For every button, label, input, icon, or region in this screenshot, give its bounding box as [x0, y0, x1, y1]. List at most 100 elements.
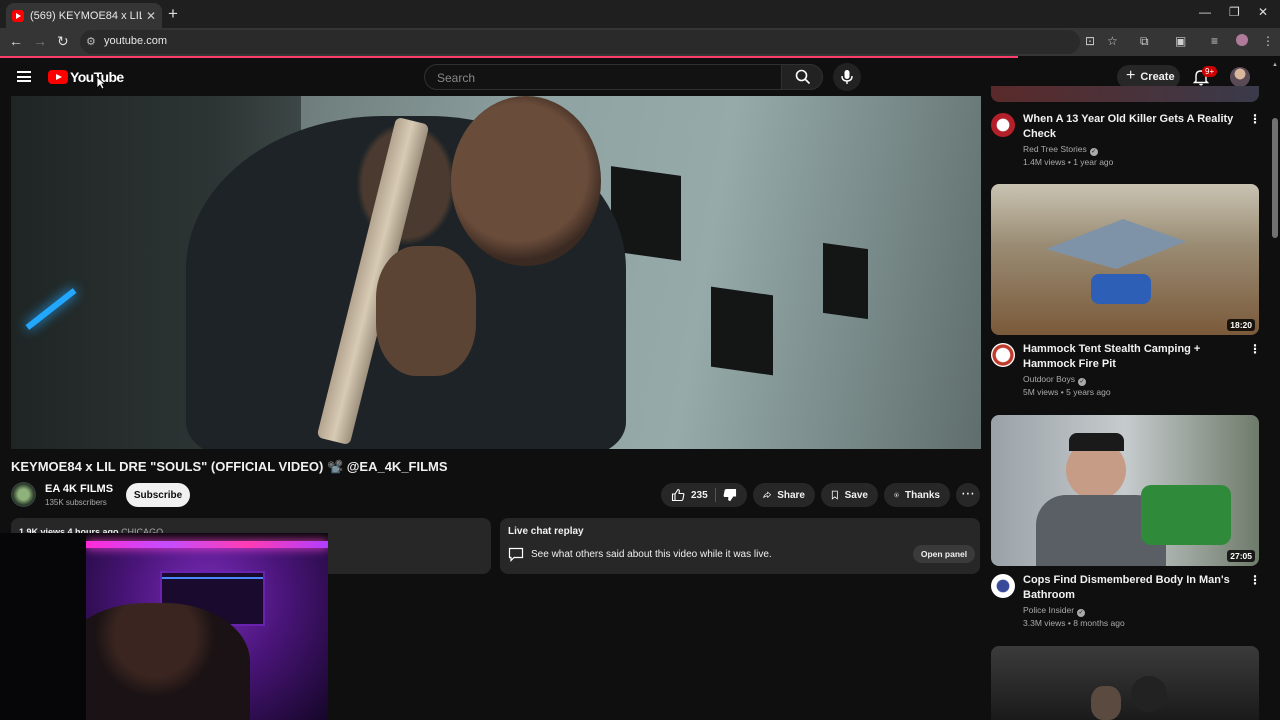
share-button[interactable]: Share: [753, 483, 815, 507]
new-tab-button[interactable]: +: [168, 4, 178, 24]
share-icon: [763, 491, 772, 499]
search-button[interactable]: [781, 64, 823, 90]
close-tab-icon[interactable]: ✕: [146, 9, 156, 23]
tab-title: (569) KEYMOE84 x LIL DRE "SO: [30, 9, 142, 22]
restore-button[interactable]: ❐: [1229, 5, 1240, 19]
recommendation-title[interactable]: When A 13 Year Old Killer Gets A Reality…: [1023, 112, 1245, 142]
search-field-container: [424, 64, 782, 91]
verified-check-icon: ✓: [1077, 378, 1086, 386]
verified-check-icon: ✓: [1077, 609, 1086, 617]
recommendation-item[interactable]: When A 13 Year Old Killer Gets A Reality…: [991, 86, 1261, 176]
dislike-icon[interactable]: [723, 488, 737, 502]
channel-avatar[interactable]: [991, 343, 1015, 367]
address-bar[interactable]: ⚙ youtube.com: [80, 30, 1080, 54]
channel-avatar[interactable]: [11, 482, 36, 507]
more-actions-button[interactable]: ⋯: [956, 483, 980, 507]
youtube-play-icon: [48, 70, 68, 84]
player-scene-face: [451, 96, 601, 266]
subscriber-count: 135K subscribers: [45, 498, 107, 507]
url-text: youtube.com: [104, 35, 167, 47]
open-panel-button[interactable]: Open panel: [913, 545, 975, 563]
webcam-led-strip: [86, 541, 328, 548]
media-controls-icon[interactable]: ≡: [1211, 34, 1218, 48]
save-button[interactable]: Save: [821, 483, 878, 507]
recommendation-stats: 5M views • 5 years ago: [1023, 387, 1111, 397]
video-title: KEYMOE84 x LIL DRE "SOULS" (OFFICIAL VID…: [11, 459, 448, 474]
chat-bubble-icon: [508, 547, 524, 562]
thanks-button[interactable]: $ Thanks: [884, 483, 950, 507]
recommendation-item[interactable]: 18:20 Hammock Tent Stealth Camping + Ham…: [991, 184, 1261, 404]
recommendation-channel[interactable]: Red Tree Stories ✓: [1023, 144, 1098, 156]
like-dislike-group: 235: [661, 483, 747, 507]
recommendation-thumbnail[interactable]: [991, 646, 1259, 720]
profile-icon[interactable]: [1236, 34, 1248, 46]
plus-icon: +: [1126, 67, 1136, 84]
subscribe-button[interactable]: Subscribe: [126, 483, 190, 507]
page-scrollbar[interactable]: ▲: [1270, 58, 1280, 720]
account-avatar[interactable]: [1230, 67, 1250, 87]
more-options-icon[interactable]: ⋮: [1249, 112, 1261, 126]
search-icon: [795, 69, 811, 85]
scrollbar-thumb[interactable]: [1272, 118, 1278, 238]
recommendation-thumbnail[interactable]: 27:05: [991, 415, 1259, 566]
install-app-icon[interactable]: ⊡: [1085, 34, 1095, 48]
webcam-overlay: [0, 533, 328, 720]
site-info-icon[interactable]: ⚙: [86, 35, 96, 48]
close-window-button[interactable]: ✕: [1258, 5, 1268, 19]
verified-check-icon: ✓: [1089, 148, 1098, 156]
webcam-dark-area: [0, 533, 86, 720]
player-scene-tile: [711, 286, 773, 376]
browser-toolbar: ← → ↻ ⚙ youtube.com ⊡ ☆ ⧉ ▣ ≡ ⋮: [0, 28, 1280, 56]
live-chat-replay-box: Live chat replay See what others said ab…: [500, 518, 980, 574]
channel-name: Outdoor Boys: [1023, 374, 1075, 384]
recommendation-channel[interactable]: Outdoor Boys ✓: [1023, 374, 1086, 386]
back-icon[interactable]: ←: [9, 33, 23, 49]
video-duration: 18:20: [1227, 319, 1255, 331]
voice-search-button[interactable]: [833, 63, 861, 91]
notifications-badge: 9+: [1202, 66, 1218, 77]
side-panel-icon[interactable]: ▣: [1175, 34, 1186, 48]
youtube-logo[interactable]: YouTube: [48, 69, 124, 85]
channel-avatar[interactable]: [991, 113, 1015, 137]
scroll-up-icon[interactable]: ▲: [1272, 62, 1278, 68]
recommendation-title[interactable]: Cops Find Dismembered Body In Man's Bath…: [1023, 573, 1245, 603]
live-chat-title: Live chat replay: [508, 526, 584, 537]
menu-icon[interactable]: [17, 71, 31, 82]
video-player[interactable]: [11, 96, 981, 449]
forward-icon[interactable]: →: [33, 33, 47, 49]
recommendation-item[interactable]: [991, 646, 1259, 720]
player-scene-tile: [823, 242, 868, 320]
reload-icon[interactable]: ↻: [57, 33, 69, 50]
recommendation-thumbnail[interactable]: 18:20: [991, 184, 1259, 335]
extensions-icon[interactable]: ⧉: [1140, 34, 1149, 49]
channel-avatar[interactable]: [991, 574, 1015, 598]
video-duration: 27:05: [1227, 550, 1255, 562]
like-divider: [715, 488, 716, 502]
recommendation-stats: 1.4M views • 1 year ago: [1023, 157, 1114, 167]
channel-name: Police Insider: [1023, 605, 1075, 615]
minimize-button[interactable]: —: [1199, 5, 1211, 19]
more-options-icon[interactable]: ⋮: [1249, 573, 1261, 587]
browser-tab[interactable]: (569) KEYMOE84 x LIL DRE "SO ✕: [6, 3, 162, 28]
recommendation-stats: 3.3M views • 8 months ago: [1023, 618, 1125, 628]
search-input[interactable]: [425, 65, 781, 91]
svg-text:$: $: [896, 493, 898, 497]
save-label: Save: [844, 489, 868, 501]
channel-name[interactable]: EA 4K FILMS: [45, 483, 113, 495]
like-icon[interactable]: [671, 488, 685, 502]
bookmark-icon: [831, 490, 838, 500]
like-count[interactable]: 235: [691, 490, 708, 501]
channel-name: Red Tree Stories: [1023, 144, 1087, 154]
recommendation-item[interactable]: 27:05 Cops Find Dismembered Body In Man'…: [991, 415, 1261, 635]
recommendation-channel[interactable]: Police Insider ✓: [1023, 605, 1086, 617]
thanks-label: Thanks: [904, 489, 940, 501]
more-options-icon[interactable]: ⋮: [1249, 342, 1261, 356]
create-label: Create: [1140, 71, 1175, 83]
browser-menu-icon[interactable]: ⋮: [1262, 34, 1274, 48]
recommendation-thumbnail[interactable]: [991, 86, 1259, 102]
recommendation-title[interactable]: Hammock Tent Stealth Camping + Hammock F…: [1023, 342, 1245, 372]
thanks-dollar-icon: $: [894, 492, 899, 498]
browser-tab-bar: (569) KEYMOE84 x LIL DRE "SO ✕ + — ❐ ✕: [0, 0, 1280, 28]
live-chat-description: See what others said about this video wh…: [531, 549, 772, 560]
bookmark-star-icon[interactable]: ☆: [1107, 34, 1118, 48]
